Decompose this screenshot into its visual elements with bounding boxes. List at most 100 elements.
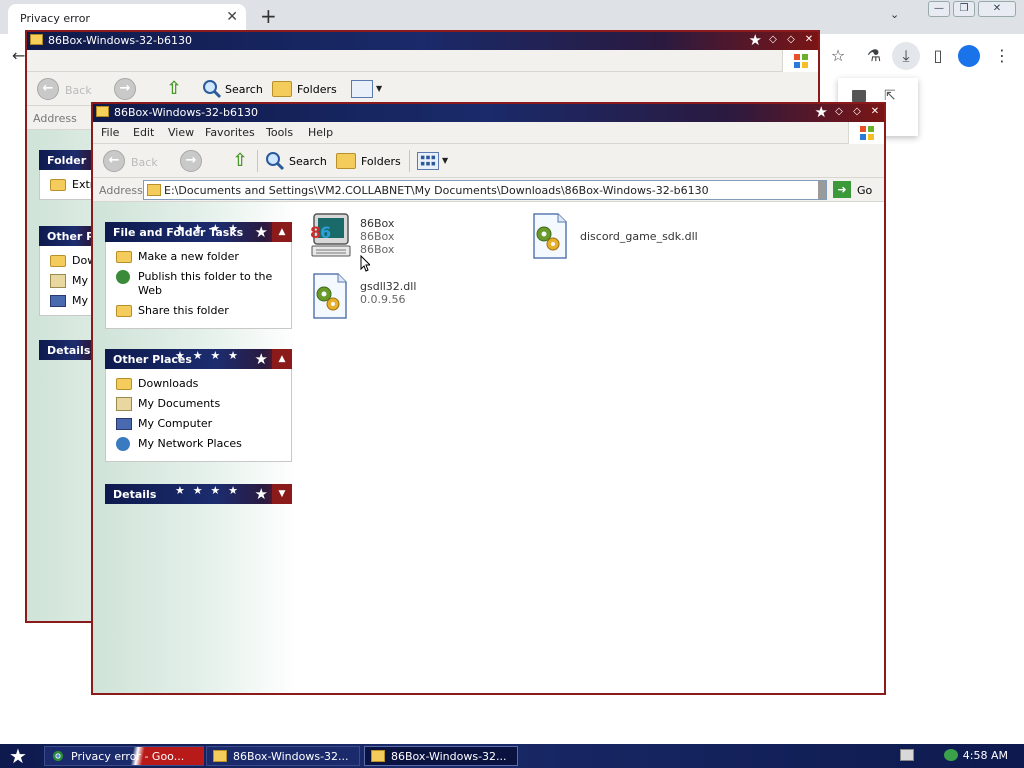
details-header[interactable]: ★ ★ ★ ★ Details ★ ▼ [105,484,292,504]
up-folder-icon[interactable]: ⇧ [164,78,184,100]
back-label[interactable]: Back [65,84,92,97]
views-icon[interactable] [417,152,439,170]
back-icon[interactable]: ← [37,78,59,100]
task-make-new-folder[interactable]: Make a new folder [114,250,283,264]
menu-tools[interactable]: Tools [266,126,293,139]
back-arrow-icon[interactable]: ← [12,46,25,65]
other-place-item[interactable]: My [48,274,90,288]
taskbar-button-explorer-2[interactable]: 86Box-Windows-32... [364,746,518,766]
task-share-folder[interactable]: Share this folder [114,304,283,318]
menu-view[interactable]: View [168,126,194,139]
search-icon[interactable] [265,151,285,171]
tab-close-icon[interactable]: ✕ [226,9,238,25]
taskbar-button-explorer-1[interactable]: 86Box-Windows-32... [206,746,360,766]
minimize-button[interactable]: ◇ [766,33,780,47]
other-place-item[interactable]: My [48,294,90,308]
place-network[interactable]: My Network Places [114,437,283,451]
chrome-minimize-button[interactable]: — [928,1,950,17]
folder-icon [147,184,161,196]
place-downloads[interactable]: Downloads [114,377,283,391]
minimize-button[interactable]: ◇ [832,105,846,119]
chrome-tab-title: Privacy error [20,12,90,25]
dll-icon [313,273,347,319]
other-places-header[interactable]: Other P [39,226,99,246]
download-icon[interactable]: ⤓ [894,44,918,68]
other-places-header[interactable]: ★ ★ ★ ★ Other Places ★ ▲ [105,349,292,369]
menu-edit[interactable]: Edit [133,126,154,139]
place-my-documents[interactable]: My Documents [114,397,283,411]
file-discord-game-sdk[interactable]: discord_game_sdk.dll [528,212,728,266]
search-icon[interactable] [202,79,222,99]
menu-dots-icon[interactable]: ⋮ [990,44,1014,68]
address-path: E:\Documents and Settings\VM2.COLLABNET\… [164,184,709,197]
start-button[interactable]: ★ [4,745,32,767]
menu-file[interactable]: File [101,126,119,139]
svg-text:6: 6 [320,223,331,242]
up-folder-icon[interactable]: ⇧ [230,150,250,172]
window-titlebar[interactable]: 86Box-Windows-32-b6130 ★ ◇ ◇ ✕ [27,32,818,50]
menu-help[interactable]: Help [308,126,333,139]
share-folder-icon [116,305,132,317]
views-dropdown-icon[interactable]: ▼ [442,156,448,165]
star-icon: ★ [748,31,762,49]
clock[interactable]: 4:58 AM [963,749,1008,762]
chrome-maximize-button[interactable]: ❐ [953,1,975,17]
close-button[interactable]: ✕ [868,105,882,119]
chrome-tab-strip: Privacy error ✕ + ⌄ — ❐ ✕ [0,0,1024,34]
windows-logo [848,122,884,144]
new-tab-icon[interactable]: + [260,4,277,28]
bookmark-star-icon[interactable]: ☆ [826,44,850,68]
file-description: 86Box [360,230,395,243]
folders-button[interactable]: Folders [297,83,337,96]
maximize-button[interactable]: ◇ [784,33,798,47]
explorer-window[interactable]: 86Box-Windows-32-b6130 ★ ◇ ◇ ✕ File Edit… [91,102,886,695]
collapse-icon[interactable]: ▲ [272,349,292,369]
file-gsdll32[interactable]: gsdll32.dll 0.0.9.56 [308,272,508,326]
forward-icon[interactable]: → [114,78,136,100]
taskbar-button-chrome[interactable]: Privacy error - Goo... [44,746,204,766]
address-dropdown[interactable] [818,181,826,199]
address-input[interactable]: E:\Documents and Settings\VM2.COLLABNET\… [143,180,827,200]
details-box: Details [39,340,99,360]
star-icon: ★ [254,350,268,368]
file-86box[interactable]: 8 6 86Box 86Box 86Box [308,212,508,266]
other-place-item[interactable]: Dow [48,254,96,268]
views-dropdown-icon[interactable]: ▼ [376,84,382,93]
window-title: 86Box-Windows-32-b6130 [114,106,258,119]
folder-icon[interactable] [852,90,866,102]
network-icon[interactable] [944,749,958,761]
place-my-computer[interactable]: My Computer [114,417,283,431]
file-folder-tasks-header[interactable]: ★ ★ ★ ★ File and Folder Tasks ★ ▲ [105,222,292,242]
details-header[interactable]: Details [39,340,99,360]
chrome-close-button[interactable]: ✕ [978,1,1016,17]
address-label: Address [33,112,77,125]
box-title: File and Folder Tasks [113,226,244,239]
task-publish-folder[interactable]: Publish this folder to the Web [114,270,283,298]
menu-favorites[interactable]: Favorites [205,126,255,139]
toolbar: ← Back → ⇧ Search Folders ▼ [93,144,884,178]
search-button[interactable]: Search [289,155,327,168]
tab-search-icon[interactable]: ⌄ [890,8,899,21]
folders-icon[interactable] [336,153,356,169]
side-panel-icon[interactable]: ▯ [926,44,950,68]
maximize-button[interactable]: ◇ [850,105,864,119]
go-arrow-icon[interactable]: ➜ [833,181,851,198]
search-button[interactable]: Search [225,83,263,96]
collapse-icon[interactable]: ▲ [272,222,292,242]
window-titlebar[interactable]: 86Box-Windows-32-b6130 ★ ◇ ◇ ✕ [93,104,884,122]
expand-icon[interactable]: ▼ [272,484,292,504]
go-button[interactable]: Go [857,184,872,197]
folder-tasks-header[interactable]: Folder [39,150,99,170]
back-icon[interactable]: ← [103,150,125,172]
back-label[interactable]: Back [131,156,158,169]
labs-flask-icon[interactable]: ⚗ [862,44,886,68]
keyboard-icon[interactable] [900,749,914,761]
forward-icon[interactable]: → [180,150,202,172]
folder-task-item[interactable]: Extr [48,178,94,192]
profile-icon[interactable] [958,45,980,67]
folders-button[interactable]: Folders [361,155,401,168]
views-icon[interactable] [351,80,373,98]
close-button[interactable]: ✕ [802,33,816,47]
details-box: ★ ★ ★ ★ Details ★ ▼ [105,484,292,504]
folders-icon[interactable] [272,81,292,97]
